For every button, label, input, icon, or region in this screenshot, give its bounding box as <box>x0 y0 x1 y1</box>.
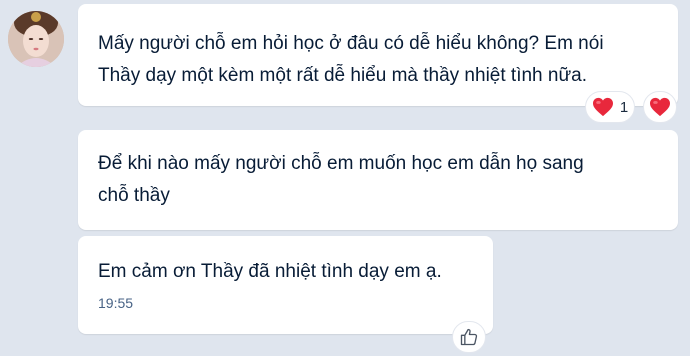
heart-icon <box>592 97 613 117</box>
message-text: Để khi nào mấy người chỗ em muốn học em … <box>98 153 584 174</box>
reaction-count: 1 <box>619 98 629 116</box>
sender-avatar[interactable] <box>8 11 64 67</box>
message-bubble[interactable]: Em cảm ơn Thầy đã nhiệt tình dạy em ạ. 1… <box>78 236 493 334</box>
message-text: chỗ thầy <box>98 185 170 206</box>
message-time: 19:55 <box>98 295 134 311</box>
message-text: Mấy người chỗ em hỏi học ở đâu có dễ hiể… <box>98 33 604 54</box>
reaction-summary[interactable]: 1 <box>585 91 635 123</box>
message-bubble[interactable]: Mấy người chỗ em hỏi học ở đâu có dễ hiể… <box>78 4 678 106</box>
react-heart-button[interactable] <box>643 91 677 123</box>
message-text: Em cảm ơn Thầy đã nhiệt tình dạy em ạ. <box>98 261 442 282</box>
message-bubble[interactable]: Để khi nào mấy người chỗ em muốn học em … <box>78 130 678 230</box>
message-text: Thầy dạy một kèm một rất dễ hiểu mà thầy… <box>98 65 588 86</box>
like-button[interactable] <box>452 321 486 353</box>
thumbs-up-icon <box>460 328 478 346</box>
heart-icon <box>650 97 670 117</box>
